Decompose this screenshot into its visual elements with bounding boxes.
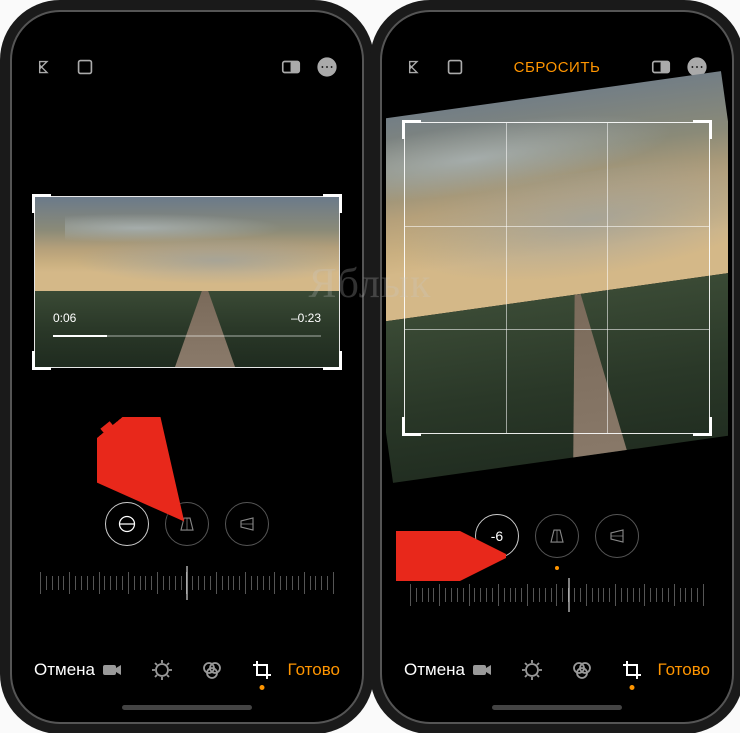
video-elapsed-label: 0:06 — [53, 311, 76, 325]
reset-button[interactable]: СБРОСИТЬ — [514, 59, 601, 76]
aspect-ratio-icon[interactable] — [650, 56, 672, 78]
tab-video[interactable] — [100, 658, 124, 682]
annotation-arrow — [97, 417, 197, 532]
phone-mockup-right: СБРОСИТЬ — [380, 10, 734, 724]
more-icon[interactable] — [316, 56, 338, 78]
tab-filters[interactable] — [570, 658, 594, 682]
tab-video[interactable] — [470, 658, 494, 682]
bottom-toolbar: Отмена Готово — [386, 648, 728, 692]
adjustment-ruler[interactable] — [38, 560, 336, 606]
annotation-arrow — [396, 531, 506, 586]
horizontal-perspective-button[interactable] — [225, 502, 269, 546]
ruler-center-mark — [187, 566, 188, 600]
flip-vertical-icon[interactable] — [36, 56, 58, 78]
flip-vertical-icon[interactable] — [406, 56, 428, 78]
device-notch — [102, 12, 272, 40]
top-toolbar — [16, 52, 358, 82]
home-indicator — [122, 705, 252, 710]
rotate-icon[interactable] — [74, 56, 96, 78]
crop-frame[interactable]: 0:06 –0:23 — [34, 196, 340, 368]
video-scrubber[interactable] — [53, 335, 321, 337]
done-button[interactable]: Готово — [288, 660, 341, 680]
screen-right: СБРОСИТЬ — [386, 16, 728, 718]
aspect-ratio-icon[interactable] — [280, 56, 302, 78]
cancel-button[interactable]: Отмена — [34, 660, 95, 680]
home-indicator — [492, 705, 622, 710]
tab-adjust[interactable] — [150, 658, 174, 682]
device-notch — [472, 12, 642, 40]
bottom-toolbar: Отмена Готово — [16, 648, 358, 692]
phone-mockup-left: 0:06 –0:23 Отмен — [10, 10, 364, 724]
rotate-icon[interactable] — [444, 56, 466, 78]
edit-tabs — [100, 658, 274, 682]
tab-crop[interactable] — [250, 658, 274, 682]
tab-filters[interactable] — [200, 658, 224, 682]
tab-adjust[interactable] — [520, 658, 544, 682]
done-button[interactable]: Готово — [658, 660, 711, 680]
video-remaining-label: –0:23 — [291, 311, 321, 325]
video-preview — [35, 197, 339, 367]
edit-tabs — [470, 658, 644, 682]
tab-crop[interactable] — [620, 658, 644, 682]
ruler-origin-dot — [555, 566, 559, 570]
screen-left: 0:06 –0:23 Отмен — [16, 16, 358, 718]
cancel-button[interactable]: Отмена — [404, 660, 465, 680]
crop-frame[interactable] — [404, 122, 710, 434]
vertical-perspective-button[interactable] — [535, 514, 579, 558]
ruler-center-mark — [568, 578, 569, 612]
horizontal-perspective-button[interactable] — [595, 514, 639, 558]
comparison-canvas: Яблык — [0, 0, 740, 733]
